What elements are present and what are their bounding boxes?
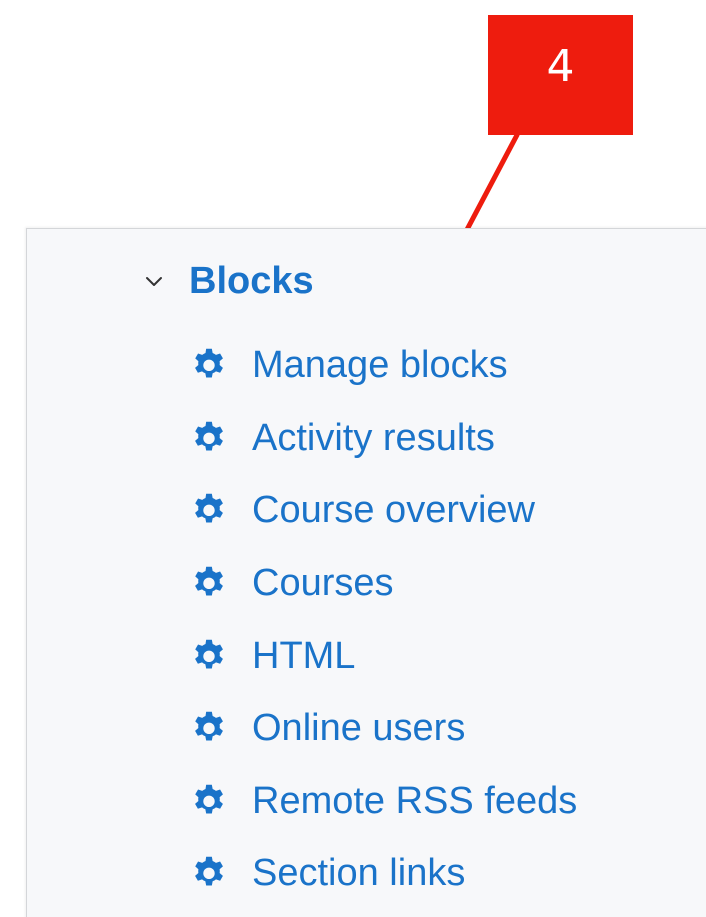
blocks-item-online-users[interactable]: Online users — [190, 692, 577, 765]
blocks-item-manage-blocks[interactable]: Manage blocks — [190, 329, 577, 402]
gear-icon — [195, 566, 223, 596]
blocks-item-activity-results[interactable]: Activity results — [190, 402, 577, 475]
blocks-item-courses[interactable]: Courses — [190, 547, 577, 620]
blocks-item-list: Manage blocks Activity results Course ov… — [190, 329, 577, 910]
blocks-item-label[interactable]: Manage blocks — [252, 343, 508, 387]
blocks-item-remote-rss-feeds[interactable]: Remote RSS feeds — [190, 765, 577, 838]
blocks-item-label[interactable]: Activity results — [252, 416, 495, 460]
blocks-item-label[interactable]: Remote RSS feeds — [252, 779, 577, 823]
blocks-item-course-overview[interactable]: Course overview — [190, 474, 577, 547]
gear-icon — [195, 857, 223, 886]
blocks-tree-heading[interactable]: Blocks — [143, 259, 314, 303]
blocks-heading-label[interactable]: Blocks — [189, 259, 314, 303]
gear-icon — [195, 784, 223, 814]
blocks-item-html[interactable]: HTML — [190, 619, 577, 692]
chevron-down-icon[interactable] — [143, 270, 165, 292]
blocks-item-label[interactable]: Section links — [252, 851, 465, 895]
gear-icon — [195, 494, 223, 523]
blocks-item-label[interactable]: Online users — [252, 706, 465, 750]
blocks-item-label[interactable]: HTML — [252, 634, 355, 678]
blocks-item-section-links[interactable]: Section links — [190, 837, 577, 910]
gear-icon — [195, 639, 223, 669]
gear-icon — [195, 421, 223, 451]
blocks-item-label[interactable]: Courses — [252, 561, 394, 605]
gear-icon — [195, 348, 223, 378]
blocks-item-label[interactable]: Course overview — [252, 488, 535, 532]
callout-number: 4 — [546, 40, 575, 92]
screenshot-stage: 4 Blocks Manage blocks Activity results … — [0, 0, 706, 917]
callout-number-badge: 4 — [488, 15, 633, 135]
gear-icon — [195, 711, 223, 741]
blocks-admin-panel: Blocks Manage blocks Activity results Co… — [26, 228, 706, 917]
